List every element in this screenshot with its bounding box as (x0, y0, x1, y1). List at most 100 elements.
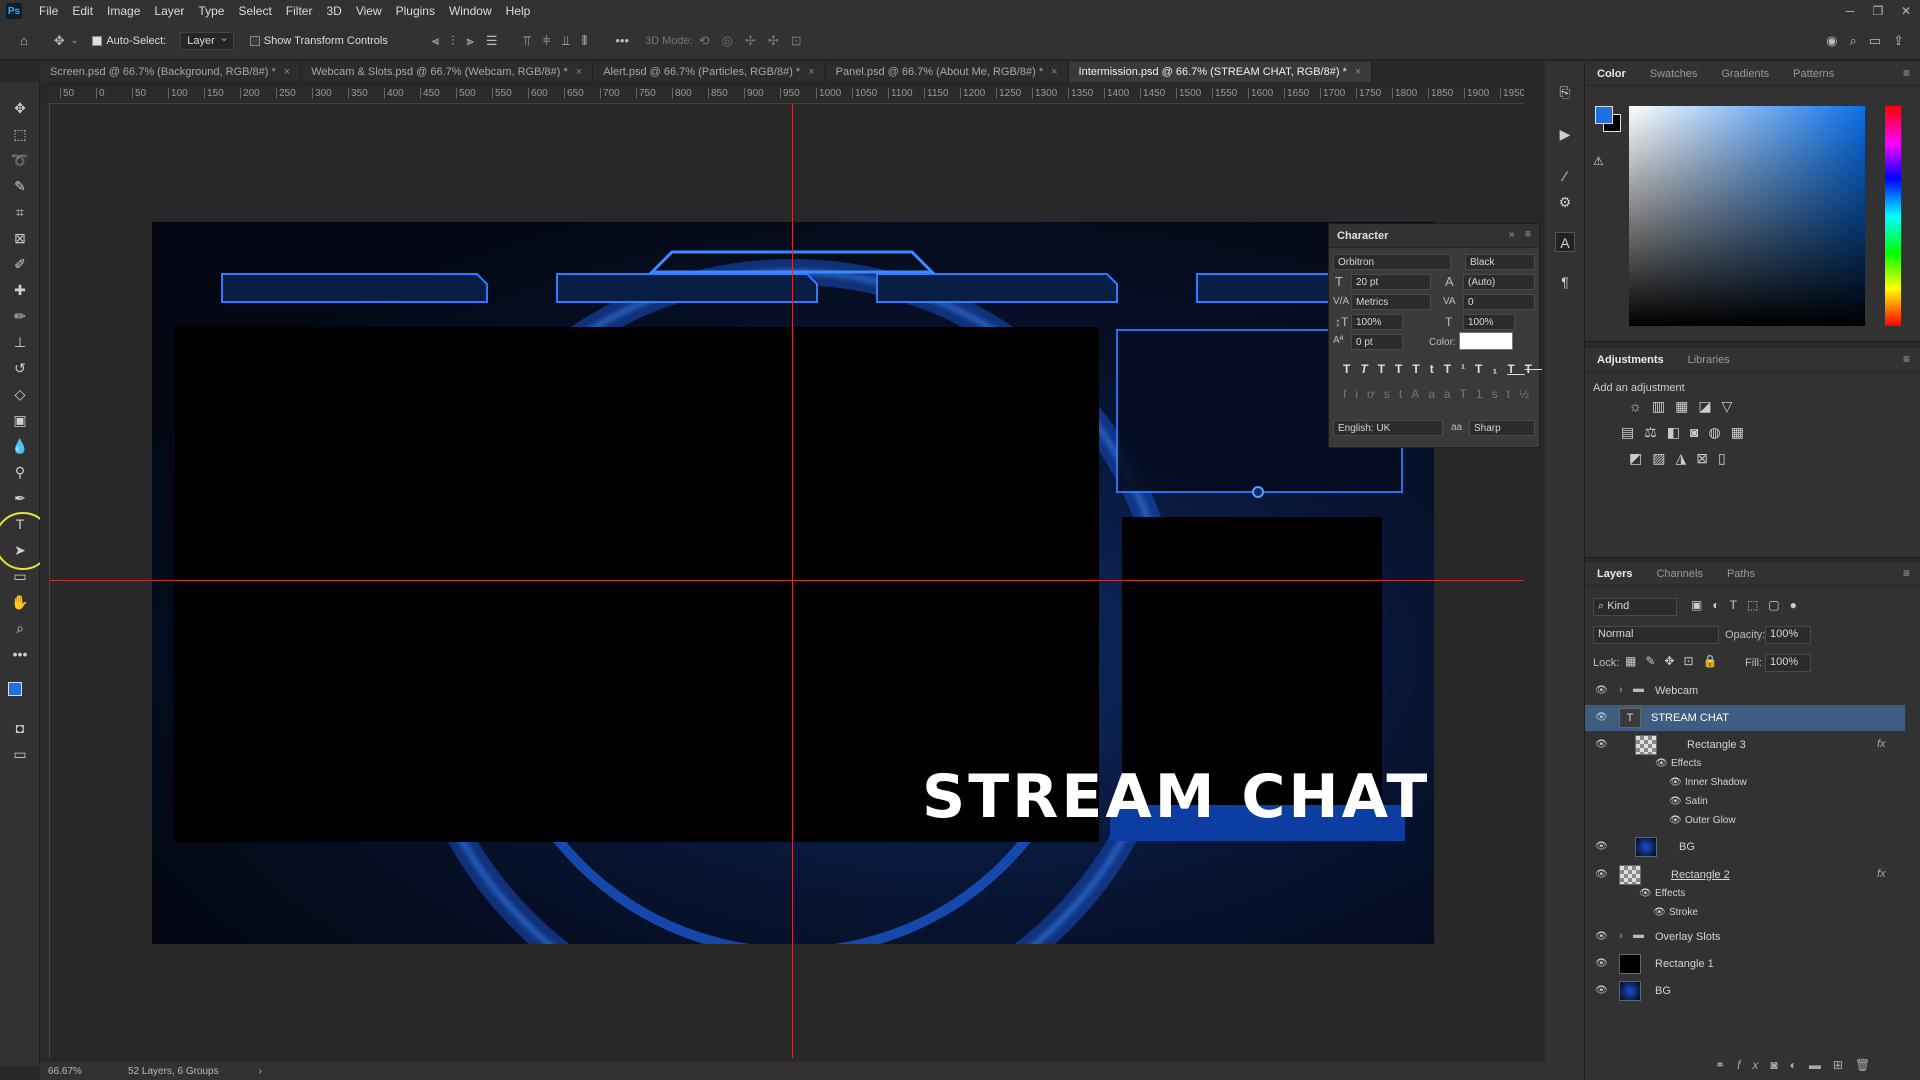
contextual-icon[interactable]: T (1460, 387, 1476, 401)
paragraph-panel-icon[interactable]: ¶ (1555, 272, 1575, 292)
subscript-icon[interactable]: T₁ (1475, 362, 1507, 376)
actions-panel-icon[interactable]: ▶ (1555, 124, 1575, 144)
underline-icon[interactable]: T (1507, 362, 1524, 376)
blur-tool-icon[interactable]: 💧 (10, 436, 30, 456)
font-family-dropdown[interactable]: Orbitron (1333, 254, 1451, 270)
vertical-guide[interactable] (792, 104, 793, 1058)
menu-filter[interactable]: Filter (279, 4, 320, 18)
tab-panel[interactable]: Panel.psd @ 66.7% (About Me, RGB/8#) * × (825, 62, 1069, 82)
font-size-field[interactable]: 20 pt (1351, 274, 1431, 290)
minimize-icon[interactable]: ─ (1836, 0, 1864, 22)
filter-smart-object-icon[interactable]: ▢ (1768, 598, 1789, 612)
more-options-icon[interactable]: ••• (615, 33, 629, 48)
close-tab-icon[interactable]: × (284, 66, 290, 78)
posterize-icon[interactable]: ▨ (1652, 450, 1675, 466)
hue-slider[interactable] (1885, 106, 1901, 326)
close-tab-icon[interactable]: × (1355, 66, 1361, 78)
brightness-icon[interactable]: ☼ (1629, 398, 1652, 414)
crop-tool-icon[interactable]: ⌗ (10, 202, 30, 222)
lock-artboard-icon[interactable]: ⊡ (1683, 654, 1702, 668)
3d-roll-icon[interactable]: ◎ (722, 33, 733, 49)
filter-toggle-icon[interactable]: ● (1790, 598, 1807, 612)
chevron-right-icon[interactable]: › (1619, 684, 1623, 696)
menu-type[interactable]: Type (191, 4, 231, 18)
tab-alert[interactable]: Alert.psd @ 66.7% (Particles, RGB/8#) * × (593, 62, 826, 82)
tab-color[interactable]: Color (1585, 68, 1638, 80)
lock-transparent-icon[interactable]: ▦ (1625, 654, 1645, 668)
eye-icon[interactable]: 👁 (1639, 888, 1652, 899)
pen-tool-icon[interactable]: ✒ (10, 488, 30, 508)
frame-tool-icon[interactable]: ⊠ (10, 228, 30, 248)
move-tool-icon[interactable]: ✥ (54, 33, 65, 49)
faux-italic-icon[interactable]: T (1360, 362, 1377, 376)
3d-scale-icon[interactable]: ⊡ (791, 33, 802, 49)
history-panel-icon[interactable]: ⎘ (1555, 82, 1575, 102)
distribute-vertical-icon[interactable]: ⦀ (582, 33, 588, 49)
lock-pixels-icon[interactable]: ✎ (1645, 654, 1664, 668)
fx-icon[interactable]: fx (1877, 738, 1886, 750)
fractions-icon[interactable]: ½ (1519, 387, 1538, 401)
tab-libraries[interactable]: Libraries (1676, 354, 1742, 366)
dodge-tool-icon[interactable]: ⚲ (10, 462, 30, 482)
lasso-tool-icon[interactable]: ➰ (10, 150, 30, 170)
document-canvas[interactable]: STREAM CHAT (152, 222, 1434, 944)
titling-icon[interactable]: aa (1428, 387, 1459, 401)
eye-icon[interactable]: 👁 (1595, 739, 1608, 751)
close-icon[interactable]: ✕ (1892, 0, 1920, 22)
filter-shape-icon[interactable]: ⬚ (1747, 598, 1768, 612)
all-caps-icon[interactable]: TT (1378, 362, 1413, 376)
new-adjustment-icon[interactable]: ◐ (1790, 1058, 1809, 1072)
hand-tool-icon[interactable]: ✋ (10, 592, 30, 612)
blend-mode-dropdown[interactable]: Normal (1593, 626, 1719, 644)
workspace-icon[interactable]: ▭ (1869, 33, 1881, 49)
fx-icon[interactable]: fx (1877, 868, 1886, 880)
3d-orbit-icon[interactable]: ⟲ (699, 33, 710, 49)
panel-menu-icon[interactable]: ≡ (1903, 66, 1910, 80)
3d-pan-icon[interactable]: ✢ (745, 33, 756, 49)
menu-plugins[interactable]: Plugins (389, 4, 442, 18)
eraser-tool-icon[interactable]: ◇ (10, 384, 30, 404)
quick-mask-icon[interactable]: ◘ (10, 718, 30, 738)
eye-icon[interactable]: 👁 (1595, 931, 1608, 943)
eye-icon[interactable]: 👁 (1595, 985, 1608, 997)
panel-menu-icon[interactable]: ≡ (1903, 352, 1910, 366)
effect-outer-glow[interactable]: 👁 Outer Glow (1585, 811, 1905, 831)
small-caps-icon[interactable]: Tt (1412, 362, 1443, 376)
menu-window[interactable]: Window (442, 4, 499, 18)
chevron-down-icon[interactable]: ⌄ (71, 35, 79, 46)
zoom-level[interactable]: 66.67% (48, 1066, 118, 1077)
lock-all-icon[interactable]: 🔒 (1703, 654, 1727, 668)
align-left-icon[interactable]: ⫷ (432, 33, 439, 49)
swash-icon[interactable]: st (1384, 387, 1411, 401)
3d-slide-icon[interactable]: ✣ (768, 33, 779, 49)
hue-saturation-icon[interactable]: ▤ (1621, 424, 1644, 440)
layer-row-overlay-slots[interactable]: 👁 › ▬ Overlay Slots (1585, 924, 1905, 950)
tab-intermission[interactable]: Intermission.psd @ 66.7% (STREAM CHAT, R… (1068, 62, 1373, 82)
brush-tool-icon[interactable]: ✏ (10, 306, 30, 326)
tab-adjustments[interactable]: Adjustments (1585, 354, 1676, 366)
baseline-shift-field[interactable]: 0 pt (1351, 334, 1403, 350)
levels-icon[interactable]: ▥ (1652, 398, 1675, 414)
panel-menu-icon[interactable]: ≡ (1903, 566, 1910, 580)
filter-pixel-icon[interactable]: ▣ (1691, 598, 1712, 612)
align-right-icon[interactable]: ⫸ (466, 33, 473, 49)
stylistic-icon[interactable]: A (1411, 387, 1428, 401)
gradient-tool-icon[interactable]: ▣ (10, 410, 30, 430)
magic-wand-tool-icon[interactable]: ✎ (10, 176, 30, 196)
history-brush-tool-icon[interactable]: ↺ (10, 358, 30, 378)
filter-type-icon[interactable]: T (1730, 598, 1747, 612)
horizontal-guide[interactable] (50, 580, 1524, 581)
threshold-icon[interactable]: ◮ (1675, 450, 1696, 466)
fill-field[interactable]: 100% (1765, 654, 1811, 672)
lock-position-icon[interactable]: ✥ (1664, 654, 1683, 668)
eye-icon[interactable]: 👁 (1595, 958, 1608, 970)
add-style-icon[interactable]: fx (1737, 1058, 1770, 1072)
eye-icon[interactable]: 👁 (1595, 841, 1608, 853)
faux-bold-icon[interactable]: T (1343, 362, 1360, 376)
effect-inner-shadow[interactable]: 👁 Inner Shadow (1585, 773, 1905, 793)
horizontal-scale-field[interactable]: 100% (1463, 314, 1515, 330)
align-top-icon[interactable]: ⫪ (523, 33, 530, 49)
layer-row-bg[interactable]: 👁 BG (1585, 978, 1905, 1004)
align-center-icon[interactable]: ⫶ (451, 33, 454, 49)
menu-help[interactable]: Help (499, 4, 538, 18)
